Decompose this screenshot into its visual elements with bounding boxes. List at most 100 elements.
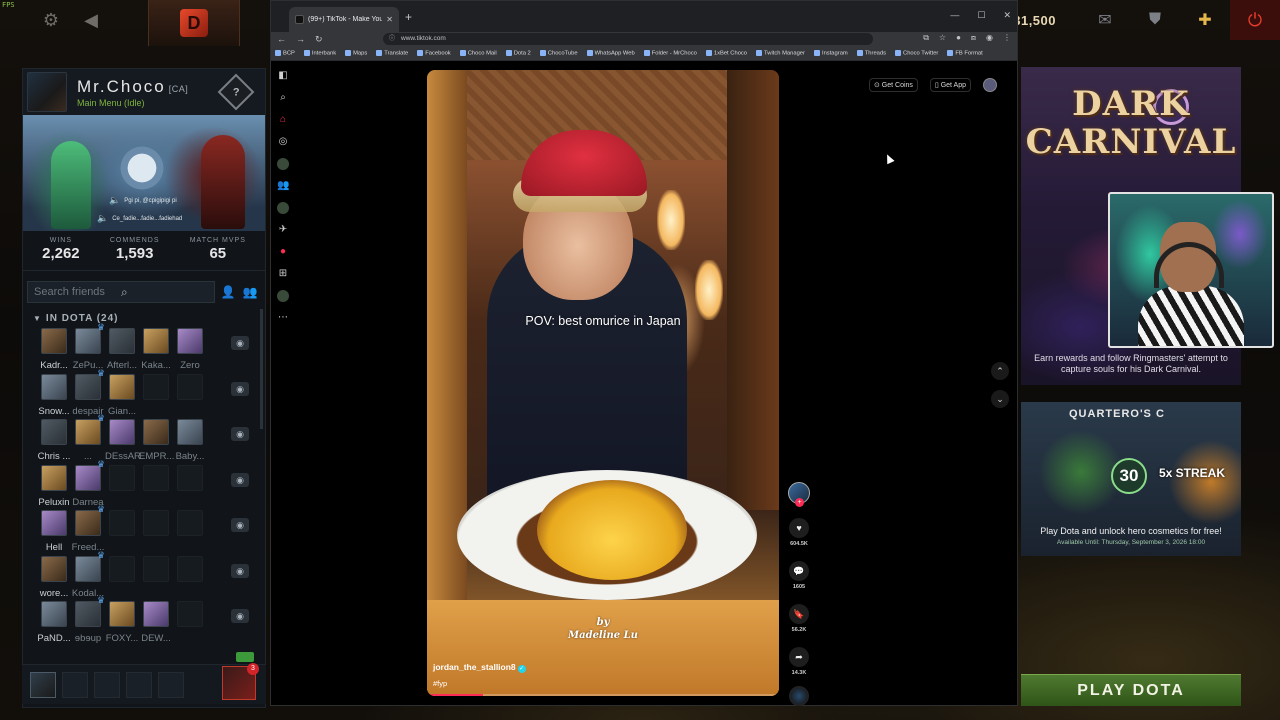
friend-entry[interactable] xyxy=(105,555,139,582)
spectate-eye-icon[interactable]: ◉ xyxy=(231,336,249,350)
search-icon[interactable]: ⌕ xyxy=(121,285,208,300)
friend-avatar[interactable] xyxy=(143,419,169,445)
friend-entry[interactable]: DEssAR xyxy=(105,419,141,462)
dota-home-tab[interactable]: D xyxy=(148,0,240,46)
friend-avatar[interactable] xyxy=(143,601,169,627)
spectate-eye-icon[interactable]: ◉ xyxy=(231,563,249,578)
forward-icon[interactable]: → xyxy=(296,34,305,44)
friend-avatar[interactable] xyxy=(41,464,67,491)
profile-icon[interactable]: ◉ xyxy=(986,33,993,43)
bookmark-star-icon[interactable]: ☆ xyxy=(939,33,946,43)
share-arrow-icon[interactable]: ➦ xyxy=(789,647,809,667)
friend-avatar[interactable] xyxy=(109,464,135,491)
install-app-icon[interactable]: ⧉ xyxy=(923,33,929,43)
friends-list-icon[interactable]: 👥 xyxy=(241,285,259,299)
party-slot-empty[interactable] xyxy=(126,671,152,698)
bookmark-item[interactable]: Dota 2 xyxy=(505,49,531,56)
more-icon[interactable]: ⋯ xyxy=(277,312,289,324)
maximize-icon[interactable]: ☐ xyxy=(977,10,985,21)
spectate-eye-icon[interactable]: ◉ xyxy=(231,381,249,396)
live-avatar-icon[interactable] xyxy=(277,202,289,214)
profile-header[interactable]: Mr.Choco [CA] Main Menu (Idle) ? xyxy=(23,69,265,115)
friend-avatar[interactable] xyxy=(109,510,135,536)
quartero-challenge-panel[interactable]: QUARTERO'S C 30 5x STREAK Play Dota and … xyxy=(1021,402,1241,556)
friend-entry[interactable]: Kaka... xyxy=(139,328,173,371)
friend-avatar[interactable] xyxy=(177,601,203,627)
like-heart-icon[interactable]: ♥ xyxy=(789,518,809,538)
rank-medal-icon[interactable]: ? xyxy=(217,73,255,111)
friend-avatar[interactable] xyxy=(109,601,135,627)
spectate-eye-icon[interactable]: ◉ xyxy=(231,609,249,623)
bookmark-item[interactable]: Maps xyxy=(345,49,367,56)
friend-entry[interactable]: ZePu... ♛ xyxy=(71,322,105,371)
friend-avatar[interactable] xyxy=(109,328,135,354)
bookmark-item[interactable]: FB Format xyxy=(947,49,983,56)
video-player[interactable]: POV: best omurice in Japan by Madeline L… xyxy=(427,70,779,696)
minimize-icon[interactable]: — xyxy=(950,10,959,21)
friends-scrollbar[interactable] xyxy=(260,309,263,429)
friend-entry[interactable]: Kadr... xyxy=(37,328,71,371)
video-author[interactable]: jordan_the_stallion8 ✓ xyxy=(433,662,526,673)
friend-entry[interactable] xyxy=(139,373,173,400)
friend-avatar[interactable] xyxy=(41,419,67,445)
play-dota-button[interactable]: PLAY DOTA xyxy=(1021,674,1241,706)
close-window-icon[interactable]: ✕ xyxy=(1003,10,1011,21)
friend-entry[interactable]: Hell xyxy=(37,510,71,553)
previous-video-chevron-up-icon[interactable]: ⌃ xyxy=(991,362,1009,380)
friend-entry[interactable]: wore... xyxy=(37,555,71,599)
bookmark-item[interactable]: Choco Twitter xyxy=(895,49,938,56)
explore-compass-icon[interactable]: ◎ xyxy=(277,136,289,148)
armory-icon[interactable]: ⛊ xyxy=(1130,0,1180,40)
friend-entry[interactable]: Snow... xyxy=(37,373,71,417)
friend-entry[interactable]: FOXY... xyxy=(105,601,139,644)
friend-avatar[interactable] xyxy=(177,510,203,536)
friend-avatar[interactable] xyxy=(41,373,67,400)
friend-entry[interactable] xyxy=(173,601,207,627)
upload-icon[interactable]: ⊞ xyxy=(277,268,289,280)
party-slot-empty[interactable] xyxy=(94,671,120,698)
power-exit-icon[interactable]: ⏻ xyxy=(1230,0,1280,40)
speaker-icon[interactable]: 🔈 xyxy=(109,195,120,206)
friend-entry[interactable] xyxy=(173,555,207,582)
party-slot-self[interactable] xyxy=(30,671,56,698)
party-slot-empty[interactable] xyxy=(158,671,184,698)
bookmark-item[interactable]: Twitch Manager xyxy=(756,49,805,56)
friends-icon[interactable]: 👥 xyxy=(277,180,289,192)
extension-icon[interactable]: ● xyxy=(956,33,961,43)
collapse-triangle-icon[interactable]: ▼ xyxy=(33,314,42,323)
friend-entry[interactable]: Freed... ♛ xyxy=(71,504,105,553)
friend-entry[interactable]: Peluxin xyxy=(37,464,71,508)
friend-entry[interactable]: Gian... xyxy=(105,373,139,417)
browser-tab-tiktok[interactable]: (99+) TikTok - Make Your D... ✕ xyxy=(289,7,399,32)
friend-avatar[interactable] xyxy=(109,419,135,445)
in-dota-section-header[interactable]: ▼ IN DOTA (24) xyxy=(23,309,265,328)
video-hashtag[interactable]: #fyp xyxy=(433,679,447,688)
bookmark-item[interactable]: Facebook xyxy=(417,49,451,56)
dota-plus-icon[interactable]: ✚ xyxy=(1180,0,1230,40)
activity-icon[interactable]: ● xyxy=(277,246,289,258)
user-avatar[interactable] xyxy=(983,78,997,92)
friend-entry[interactable]: Zero xyxy=(173,328,207,371)
friend-entry[interactable]: despair ♛ xyxy=(71,368,105,417)
spectate-eye-icon[interactable]: ◉ xyxy=(231,472,249,487)
mail-icon[interactable]: ✉ xyxy=(1080,0,1130,40)
inbox-icon[interactable]: ✈ xyxy=(277,224,289,236)
new-tab-icon[interactable]: + xyxy=(405,10,412,24)
next-video-chevron-down-icon[interactable]: ⌄ xyxy=(991,390,1009,408)
party-invite-indicator[interactable] xyxy=(236,652,254,662)
friend-avatar[interactable] xyxy=(143,464,169,491)
bookmark-item[interactable]: Interbank xyxy=(303,49,336,56)
extensions-puzzle-icon[interactable]: ⧈ xyxy=(971,33,976,43)
back-arrow-icon[interactable]: ◀ xyxy=(80,9,102,31)
spectate-eye-icon[interactable]: ◉ xyxy=(231,427,249,441)
friend-entry[interactable]: PaND... xyxy=(37,601,71,644)
friend-avatar[interactable] xyxy=(177,419,203,445)
bookmark-icon[interactable]: 🔖 xyxy=(789,604,809,624)
party-leader-avatar[interactable]: 3 xyxy=(222,663,259,700)
settings-gear-icon[interactable]: ⚙ xyxy=(40,9,62,31)
get-coins-button[interactable]: ⊙ Get Coins xyxy=(868,78,918,92)
friend-entry[interactable] xyxy=(139,555,173,582)
friend-avatar[interactable] xyxy=(41,328,67,354)
friend-entry[interactable]: Baby... xyxy=(173,419,207,462)
friend-avatar[interactable] xyxy=(177,464,203,491)
